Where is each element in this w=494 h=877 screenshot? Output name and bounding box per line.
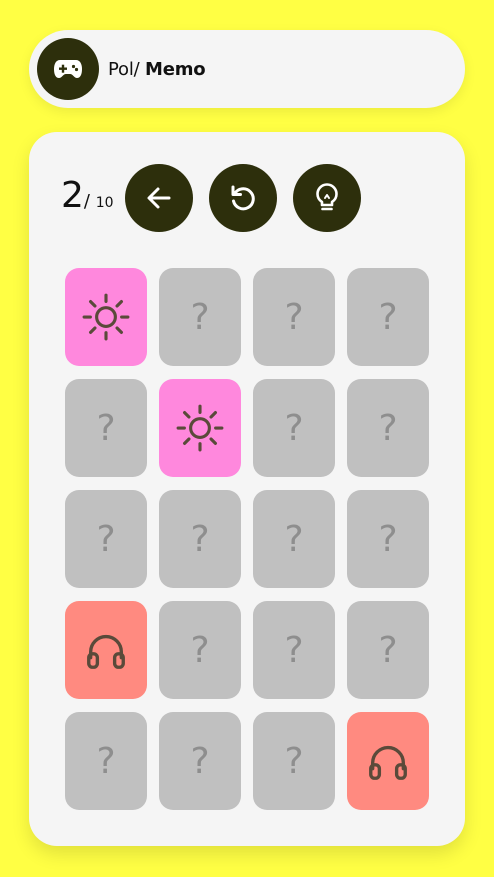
headphones-icon <box>83 627 129 673</box>
game-panel: 2/ 10 ?????????? ?????? <box>29 132 465 846</box>
card-hidden[interactable]: ? <box>253 712 335 810</box>
question-mark-icon: ? <box>284 629 304 671</box>
card-revealed[interactable] <box>65 601 147 699</box>
card-hidden[interactable]: ? <box>347 268 429 366</box>
question-mark-icon: ? <box>284 740 304 782</box>
app-name: Memo <box>145 58 206 80</box>
hint-button[interactable] <box>293 164 361 232</box>
question-mark-icon: ? <box>284 407 304 449</box>
question-mark-icon: ? <box>190 296 210 338</box>
card-hidden[interactable]: ? <box>65 379 147 477</box>
card-hidden[interactable]: ? <box>253 379 335 477</box>
question-mark-icon: ? <box>96 407 116 449</box>
rotate-ccw-icon <box>231 185 255 211</box>
app-header: Pol/ Memo <box>29 30 465 108</box>
question-mark-icon: ? <box>190 629 210 671</box>
question-mark-icon: ? <box>96 740 116 782</box>
question-mark-icon: ? <box>190 740 210 782</box>
gamepad-icon[interactable] <box>37 38 99 100</box>
lightbulb-icon <box>316 183 338 211</box>
app-title: Pol/ Memo <box>108 58 206 80</box>
user-name: Pol <box>108 58 134 80</box>
question-mark-icon: ? <box>284 518 304 560</box>
question-mark-icon: ? <box>284 296 304 338</box>
card-hidden[interactable]: ? <box>159 490 241 588</box>
sun-icon <box>175 403 225 453</box>
headphones-icon <box>365 738 411 784</box>
card-hidden[interactable]: ? <box>347 490 429 588</box>
card-hidden[interactable]: ? <box>65 712 147 810</box>
score-total: 10 <box>95 195 114 211</box>
card-hidden[interactable]: ? <box>65 490 147 588</box>
card-hidden[interactable]: ? <box>159 268 241 366</box>
card-hidden[interactable]: ? <box>253 490 335 588</box>
card-hidden[interactable]: ? <box>253 601 335 699</box>
card-hidden[interactable]: ? <box>159 712 241 810</box>
question-mark-icon: ? <box>378 629 398 671</box>
restart-button[interactable] <box>209 164 277 232</box>
card-hidden[interactable]: ? <box>347 601 429 699</box>
card-revealed[interactable] <box>159 379 241 477</box>
question-mark-icon: ? <box>378 407 398 449</box>
question-mark-icon: ? <box>190 518 210 560</box>
back-button[interactable] <box>125 164 193 232</box>
sun-icon <box>81 292 131 342</box>
question-mark-icon: ? <box>378 296 398 338</box>
arrow-left-icon <box>147 187 171 209</box>
score-counter: 2/ 10 <box>61 175 114 216</box>
question-mark-icon: ? <box>378 518 398 560</box>
score-current: 2 <box>61 175 84 216</box>
card-hidden[interactable]: ? <box>253 268 335 366</box>
question-mark-icon: ? <box>96 518 116 560</box>
score-separator: / <box>83 191 96 212</box>
card-revealed[interactable] <box>65 268 147 366</box>
title-separator: / <box>133 58 146 80</box>
card-hidden[interactable]: ? <box>347 379 429 477</box>
card-hidden[interactable]: ? <box>159 601 241 699</box>
card-revealed[interactable] <box>347 712 429 810</box>
